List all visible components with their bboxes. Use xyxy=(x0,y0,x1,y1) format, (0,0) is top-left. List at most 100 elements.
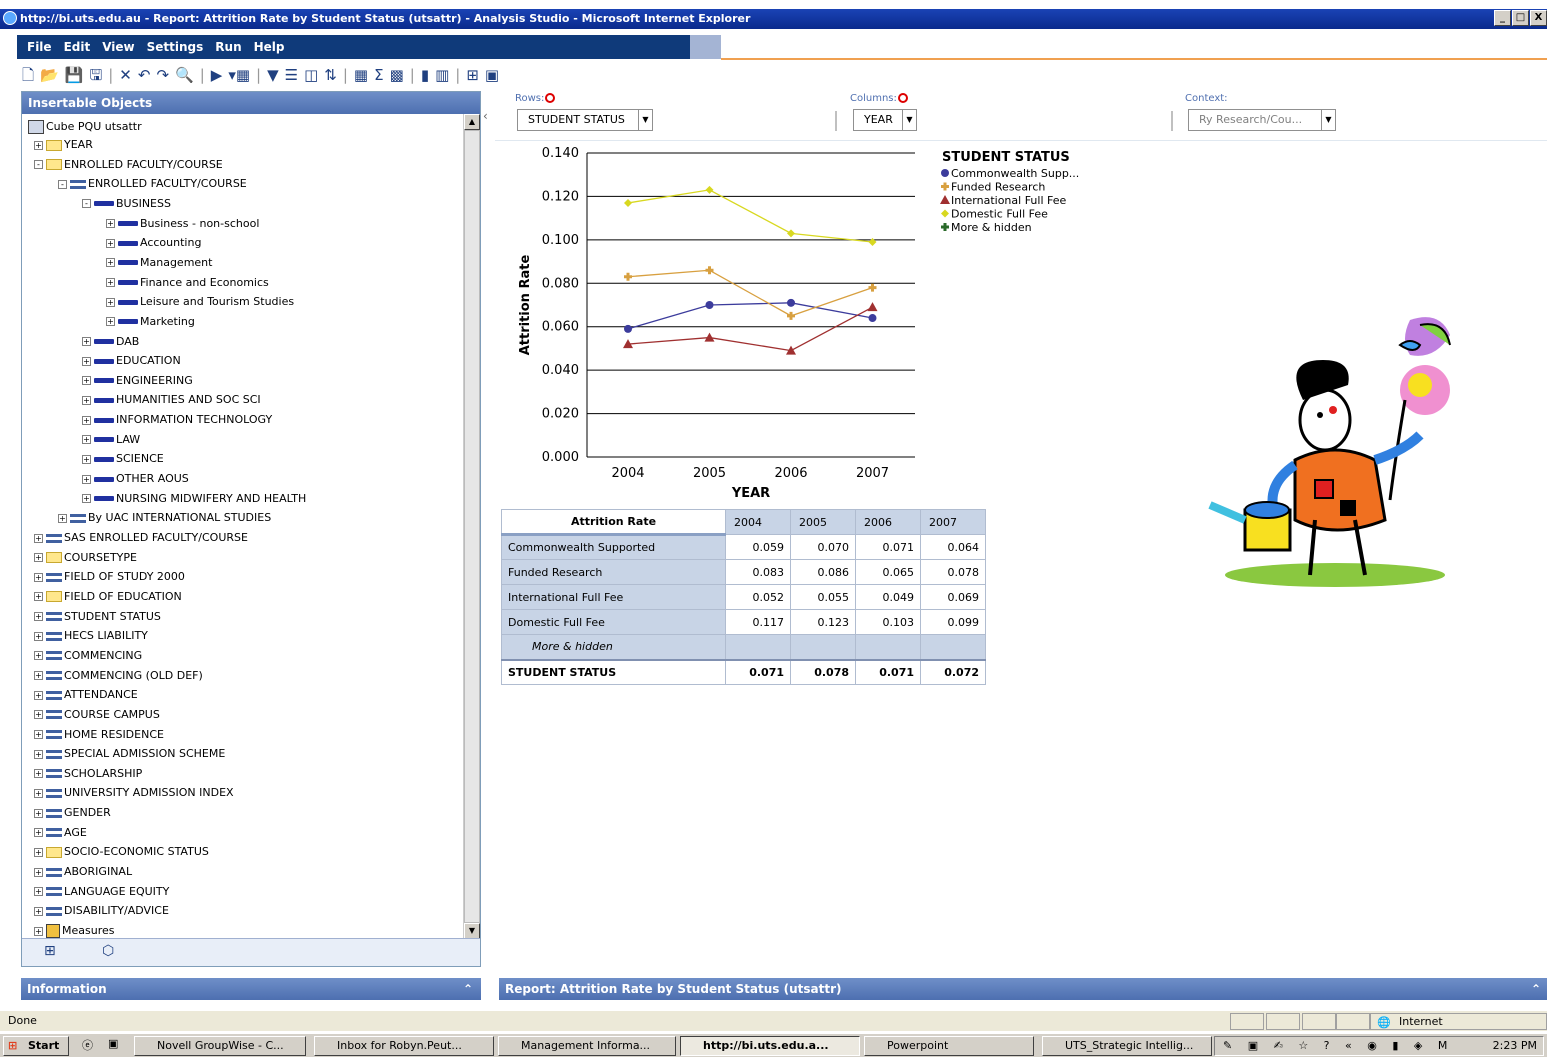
chevron-down-icon[interactable]: ▼ xyxy=(1321,110,1335,130)
tree-node[interactable]: + Business - non-school xyxy=(106,215,259,233)
expand-icon[interactable]: + xyxy=(34,553,43,563)
tree-node[interactable]: + SCHOLARSHIP xyxy=(34,765,142,783)
expand-icon[interactable]: + xyxy=(34,769,43,779)
tree-node[interactable]: + OTHER AOUS xyxy=(82,470,189,488)
collapse-icon[interactable]: - xyxy=(82,199,91,209)
row-header[interactable]: More & hidden xyxy=(501,634,726,660)
properties-icon[interactable]: ▣ xyxy=(485,66,499,84)
save-icon[interactable]: 💾 xyxy=(65,66,84,84)
tree-node[interactable]: + INFORMATION TECHNOLOGY xyxy=(82,411,272,429)
tree-node[interactable]: + YEAR xyxy=(34,136,93,154)
minimize-button[interactable]: _ xyxy=(1494,10,1511,26)
scroll-up-icon[interactable]: ▲ xyxy=(464,114,480,130)
group-icon[interactable]: ▾▦ xyxy=(228,66,250,84)
expand-icon[interactable]: + xyxy=(34,690,43,700)
expand-icon[interactable]: + xyxy=(34,140,43,150)
expand-chevron-icon[interactable]: ⌃ xyxy=(1531,978,1541,1000)
insert-icon[interactable]: ⊞ xyxy=(466,66,479,84)
tree-node[interactable]: + Measures xyxy=(34,922,114,939)
tree-node[interactable]: + Management xyxy=(106,254,212,272)
expand-icon[interactable]: + xyxy=(82,415,91,425)
expand-icon[interactable]: + xyxy=(82,395,91,405)
cube-view-icon[interactable]: ⬡ xyxy=(102,943,114,959)
new-icon[interactable]: 🗋 xyxy=(22,66,34,84)
expand-icon[interactable]: + xyxy=(34,572,43,582)
display-icon[interactable]: ▥ xyxy=(435,66,449,84)
tree-node[interactable]: + Leisure and Tourism Studies xyxy=(106,293,294,311)
expand-icon[interactable]: + xyxy=(34,592,43,602)
quick-launch-desktop-icon[interactable]: ▣ xyxy=(108,1037,118,1050)
tree-node[interactable]: + By UAC INTERNATIONAL STUDIES xyxy=(58,509,271,527)
top-bottom-icon[interactable]: ◫ xyxy=(304,66,318,84)
expand-icon[interactable]: + xyxy=(34,651,43,661)
redo-icon[interactable]: ↷ xyxy=(156,66,169,84)
expand-icon[interactable]: + xyxy=(106,258,115,268)
tray-icons[interactable]: ✎ ▣ ✍ ☆ ? « ◉ ▮ ◈ M xyxy=(1223,1039,1453,1052)
tree-node[interactable]: - ENROLLED FACULTY/COURSE xyxy=(34,156,223,174)
expand-icon[interactable]: + xyxy=(34,631,43,641)
expand-icon[interactable]: + xyxy=(106,219,115,229)
save-as-icon[interactable]: 🖫 xyxy=(89,66,102,84)
undo-icon[interactable]: ↶ xyxy=(138,66,151,84)
expand-icon[interactable]: + xyxy=(34,828,43,838)
menu-help[interactable]: Help xyxy=(254,40,285,54)
columns-dropdown[interactable]: YEAR ▼ xyxy=(853,109,917,131)
start-button[interactable]: ⊞ Start xyxy=(3,1036,69,1056)
expand-icon[interactable]: + xyxy=(34,788,43,798)
expand-icon[interactable]: + xyxy=(34,906,43,916)
close-button[interactable]: X xyxy=(1530,10,1547,26)
collapse-icon[interactable]: - xyxy=(58,179,67,189)
row-header[interactable]: International Full Fee xyxy=(501,584,726,610)
tree-node[interactable]: + EDUCATION xyxy=(82,352,181,370)
scroll-down-icon[interactable]: ▼ xyxy=(464,923,480,939)
tree-node[interactable]: + ATTENDANCE xyxy=(34,686,138,704)
expand-icon[interactable]: + xyxy=(82,454,91,464)
menu-view[interactable]: View xyxy=(102,40,134,54)
column-header[interactable]: 2007 xyxy=(920,509,986,535)
expand-icon[interactable]: + xyxy=(82,337,91,346)
row-header[interactable]: Commonwealth Supported xyxy=(501,534,726,560)
source-tree-icon[interactable]: ⊞ xyxy=(44,943,56,959)
expand-icon[interactable]: + xyxy=(82,435,91,445)
context-dropdown[interactable]: Ry Research/Cou... ▼ xyxy=(1188,109,1336,131)
tree-node[interactable]: + COMMENCING (OLD DEF) xyxy=(34,667,203,685)
total-row-header[interactable]: STUDENT STATUS xyxy=(501,658,726,685)
tree-node[interactable]: + SCIENCE xyxy=(82,450,164,468)
expand-icon[interactable]: + xyxy=(34,926,43,936)
menu-settings[interactable]: Settings xyxy=(147,40,204,54)
menu-edit[interactable]: Edit xyxy=(64,40,91,54)
tree-node[interactable]: - BUSINESS xyxy=(82,195,171,213)
taskbar-item-groupwise[interactable]: Novell GroupWise - C... xyxy=(134,1036,306,1056)
tree-node[interactable]: + COURSE CAMPUS xyxy=(34,706,160,724)
find-icon[interactable]: 🔍 xyxy=(175,66,194,84)
tree-node[interactable]: + FIELD OF STUDY 2000 xyxy=(34,568,185,586)
column-header[interactable]: 2006 xyxy=(855,509,921,535)
tree-node[interactable]: + SAS ENROLLED FACULTY/COURSE xyxy=(34,529,248,547)
expand-icon[interactable]: + xyxy=(58,513,67,523)
tree-node[interactable]: + ENGINEERING xyxy=(82,372,193,390)
tree-node[interactable]: + STUDENT STATUS xyxy=(34,608,161,626)
delete-icon[interactable]: ✕ xyxy=(119,66,132,84)
tree-scrollbar[interactable]: ▲ ▼ xyxy=(463,114,480,939)
menu-file[interactable]: File xyxy=(27,40,52,54)
taskbar-item-management[interactable]: Management Informa... xyxy=(498,1036,676,1056)
expand-icon[interactable]: + xyxy=(34,867,43,877)
expand-icon[interactable]: + xyxy=(34,808,43,818)
expand-icon[interactable]: + xyxy=(106,297,115,307)
expand-icon[interactable]: + xyxy=(106,238,115,248)
expand-icon[interactable]: + xyxy=(82,474,91,484)
tree-node[interactable]: + DISABILITY/ADVICE xyxy=(34,902,169,920)
tree-node[interactable]: + HOME RESIDENCE xyxy=(34,726,164,744)
expand-icon[interactable]: + xyxy=(34,887,43,897)
clear-columns-icon[interactable] xyxy=(897,93,908,103)
run-icon[interactable]: ▶ xyxy=(211,66,223,84)
expand-icon[interactable]: + xyxy=(82,356,91,366)
taskbar-item-inbox[interactable]: Inbox for Robyn.Peut... xyxy=(314,1036,494,1056)
expand-icon[interactable]: + xyxy=(82,376,91,386)
tree-node[interactable]: + DAB xyxy=(82,333,139,351)
sum-icon[interactable]: Σ xyxy=(374,66,383,84)
expand-icon[interactable]: + xyxy=(34,730,43,739)
scroll-thumb[interactable] xyxy=(464,130,480,923)
row-header[interactable]: Domestic Full Fee xyxy=(501,609,726,635)
tree-node[interactable]: + Accounting xyxy=(106,234,201,252)
